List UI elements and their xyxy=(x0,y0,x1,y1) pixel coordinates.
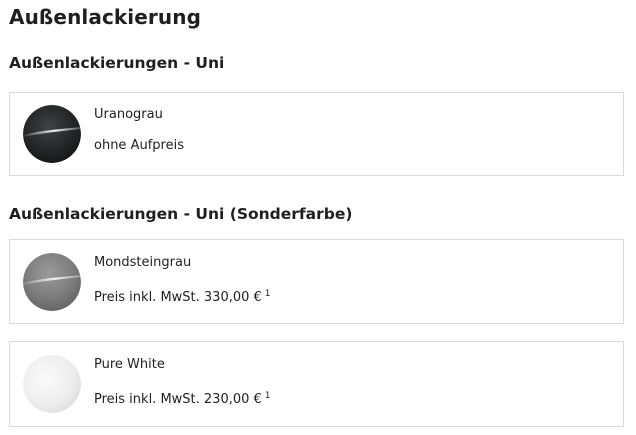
paint-swatch-icon xyxy=(23,252,81,311)
color-option-card[interactable]: Mondsteingrau Preis inkl. MwSt. 330,00 €… xyxy=(9,239,624,324)
color-price: Preis inkl. MwSt. 230,00 €1 xyxy=(94,391,271,407)
section-title-uni: Außenlackierungen - Uni xyxy=(9,54,225,72)
color-price: ohne Aufpreis xyxy=(94,138,184,153)
paint-swatch-icon xyxy=(23,355,81,413)
color-name: Uranograu xyxy=(94,107,163,122)
color-name: Mondsteingrau xyxy=(94,255,192,270)
color-option-card[interactable]: Uranograu ohne Aufpreis xyxy=(9,92,624,176)
section-title-uni-sonderfarbe: Außenlackierungen - Uni (Sonderfarbe) xyxy=(9,205,353,223)
color-price: Preis inkl. MwSt. 330,00 €1 xyxy=(94,289,271,305)
price-footnote[interactable]: 1 xyxy=(265,289,271,299)
page-title: Außenlackierung xyxy=(9,5,201,29)
color-name: Pure White xyxy=(94,357,165,372)
paint-swatch-icon xyxy=(23,105,81,163)
color-option-card[interactable]: Pure White Preis inkl. MwSt. 230,00 €1 xyxy=(9,341,624,427)
price-footnote[interactable]: 1 xyxy=(265,391,271,401)
